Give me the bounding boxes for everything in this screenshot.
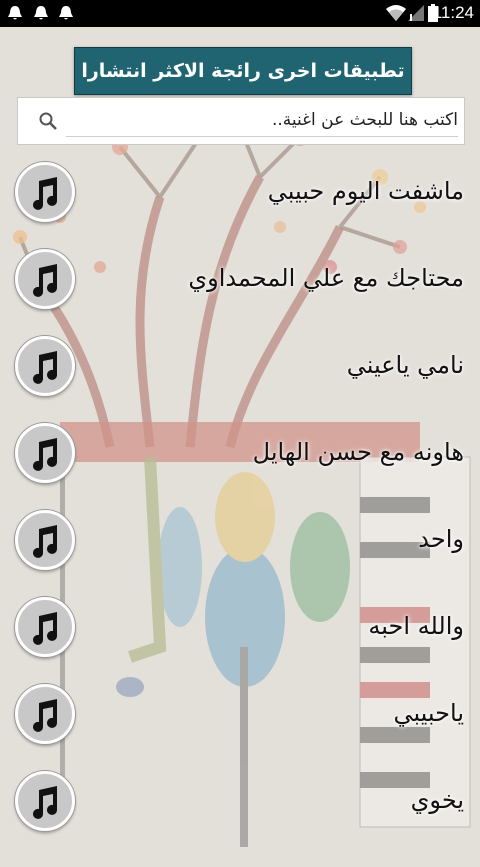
song-title: والله احبه [368, 612, 464, 640]
music-note-icon [15, 336, 75, 396]
more-apps-button[interactable]: تطبيقات اخرى رائجة الاكثر انتشارا [74, 47, 412, 95]
song-title: ياحبيبي [393, 699, 464, 727]
song-title: واحد [418, 525, 464, 553]
wifi-icon [386, 5, 406, 21]
song-list: ماشفت اليوم حبيبي محتاجك مع علي المحمداو… [0, 147, 480, 843]
music-note-icon [15, 423, 75, 483]
search-bar [17, 97, 465, 145]
song-item[interactable]: هاونه مع حسن الهايل [0, 408, 480, 495]
music-note-icon [15, 597, 75, 657]
song-title: يخوي [410, 786, 464, 814]
music-note-icon [15, 684, 75, 744]
song-title: محتاجك مع علي المحمداوي [188, 264, 464, 292]
song-title: ماشفت اليوم حبيبي [267, 177, 464, 205]
notification-icon [59, 6, 73, 20]
song-item[interactable]: ياحبيبي [0, 669, 480, 756]
status-bar: 11:24 [0, 0, 480, 27]
song-item[interactable]: والله احبه [0, 582, 480, 669]
music-note-icon [15, 771, 75, 831]
music-note-icon [15, 249, 75, 309]
song-title: هاونه مع حسن الهايل [252, 438, 464, 466]
signal-icon [408, 5, 424, 21]
song-item[interactable]: ماشفت اليوم حبيبي [0, 147, 480, 234]
song-item[interactable]: محتاجك مع علي المحمداوي [0, 234, 480, 321]
notification-icon [8, 6, 22, 20]
notification-icon [34, 6, 48, 20]
search-input[interactable] [66, 104, 458, 137]
song-item[interactable]: نامي ياعيني [0, 321, 480, 408]
song-item[interactable]: واحد [0, 495, 480, 582]
search-icon[interactable] [38, 111, 58, 131]
status-time: 11:24 [432, 3, 474, 22]
song-title: نامي ياعيني [346, 351, 464, 379]
music-note-icon [15, 510, 75, 570]
song-item[interactable]: يخوي [0, 756, 480, 843]
music-note-icon [15, 162, 75, 222]
